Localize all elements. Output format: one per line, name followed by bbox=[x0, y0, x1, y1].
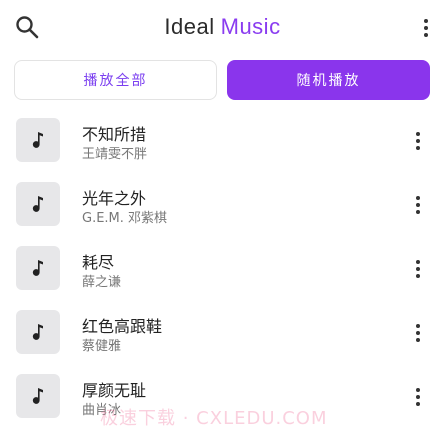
music-note-icon bbox=[32, 132, 43, 148]
music-note-icon bbox=[32, 388, 43, 404]
app-header: Ideal Music bbox=[0, 0, 445, 56]
song-title: 红色高跟鞋 bbox=[82, 317, 163, 336]
song-artist: 王靖雯不胖 bbox=[82, 147, 148, 162]
list-item[interactable]: 耗尽 薛之谦 bbox=[0, 240, 445, 304]
more-vertical-icon[interactable] bbox=[415, 387, 421, 407]
music-note-icon bbox=[32, 260, 43, 276]
song-artist: 薛之谦 bbox=[82, 275, 122, 290]
song-list: 不知所措 王靖雯不胖 光年之外 G.E.M. 邓紫棋 耗尽 薛之谦 红色高跟鞋 … bbox=[0, 112, 445, 432]
song-title: 光年之外 bbox=[82, 189, 147, 208]
song-title: 耗尽 bbox=[82, 253, 115, 272]
more-vertical-icon[interactable] bbox=[423, 18, 429, 38]
song-title: 不知所措 bbox=[82, 125, 147, 144]
play-all-button[interactable]: 播放全部 bbox=[14, 60, 217, 100]
list-item[interactable]: 光年之外 G.E.M. 邓紫棋 bbox=[0, 176, 445, 240]
shuffle-play-button[interactable]: 随机播放 bbox=[227, 60, 430, 100]
song-title: 厚颜无耻 bbox=[82, 381, 147, 400]
more-vertical-icon[interactable] bbox=[415, 259, 421, 279]
more-vertical-icon[interactable] bbox=[415, 131, 421, 151]
song-artist: G.E.M. 邓紫棋 bbox=[82, 211, 168, 226]
app-title: Ideal Music bbox=[0, 14, 445, 40]
more-vertical-icon[interactable] bbox=[415, 323, 421, 343]
song-thumbnail bbox=[16, 374, 60, 418]
song-thumbnail bbox=[16, 246, 60, 290]
more-vertical-icon[interactable] bbox=[415, 195, 421, 215]
song-thumbnail bbox=[16, 310, 60, 354]
list-item[interactable]: 不知所措 王靖雯不胖 bbox=[0, 112, 445, 176]
app-title-ideal: Ideal bbox=[164, 14, 215, 39]
app-title-music: Music bbox=[220, 14, 281, 39]
song-artist: 蔡健雅 bbox=[82, 339, 122, 354]
song-thumbnail bbox=[16, 118, 60, 162]
song-thumbnail bbox=[16, 182, 60, 226]
music-note-icon bbox=[32, 324, 43, 340]
watermark-text: 极速下载 · CXLEDU.COM bbox=[100, 408, 328, 429]
music-note-icon bbox=[32, 196, 43, 212]
list-item[interactable]: 红色高跟鞋 蔡健雅 bbox=[0, 304, 445, 368]
